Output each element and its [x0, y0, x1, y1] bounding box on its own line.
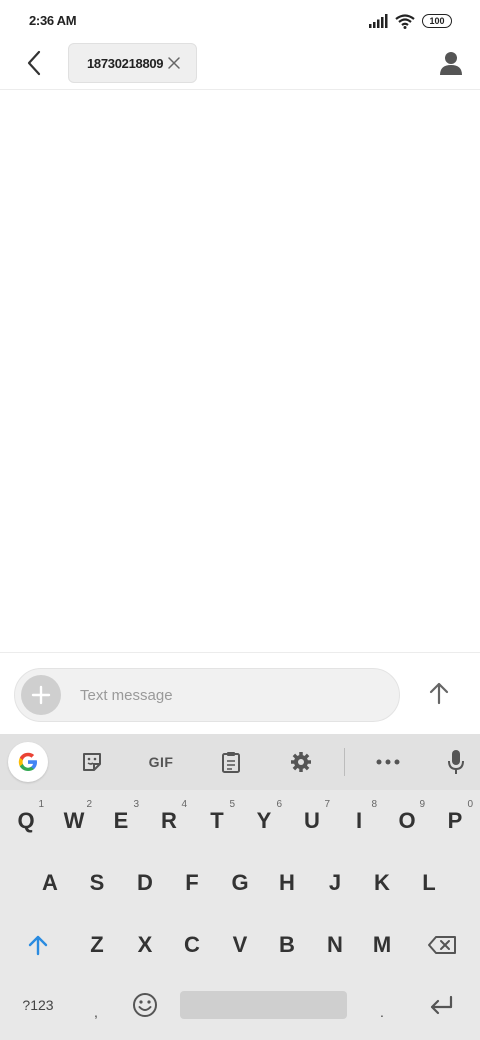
key-s[interactable]: S: [73, 855, 121, 911]
key-v[interactable]: V: [216, 917, 264, 973]
recipient-number: 18730218809: [87, 55, 164, 71]
settings-button[interactable]: [281, 742, 321, 782]
google-icon: [18, 752, 37, 771]
enter-key[interactable]: [418, 977, 464, 1033]
keyboard-toolbar: GIF: [0, 734, 480, 790]
shift-arrow-icon: [28, 935, 48, 956]
contact-icon[interactable]: [438, 50, 464, 76]
signal-icon: [369, 14, 388, 28]
status-bar: 2:36 AM 100: [0, 0, 480, 42]
gear-icon: [291, 752, 311, 772]
emoji-key[interactable]: [122, 977, 168, 1033]
send-arrow-icon: [429, 682, 449, 705]
conversation-header: 18730218809: [0, 42, 480, 90]
mic-icon: [448, 750, 464, 774]
sticker-button[interactable]: [72, 742, 112, 782]
shift-key[interactable]: [14, 917, 62, 973]
key-g[interactable]: G: [216, 855, 264, 911]
message-placeholder: Text message: [80, 687, 173, 704]
key-n[interactable]: N: [311, 917, 359, 973]
key-w[interactable]: W2: [50, 793, 98, 849]
back-button[interactable]: [20, 49, 48, 77]
key-row-3: Z X C V B N M: [0, 917, 480, 973]
compose-bar: Text message: [0, 652, 480, 734]
key-u[interactable]: U7: [288, 793, 336, 849]
keyboard: GIF Q 1 W 2 E 3 R 4 T 5 Y 6 U 7 I 8 O 9 …: [0, 734, 480, 1040]
comma-key[interactable]: ,: [76, 977, 116, 1033]
gif-label: GIF: [148, 754, 174, 770]
emoji-icon: [133, 993, 157, 1017]
backspace-icon: [428, 936, 456, 954]
wifi-icon: [395, 13, 415, 29]
symbols-key[interactable]: ?123: [12, 977, 64, 1033]
message-input[interactable]: Text message: [14, 668, 400, 722]
google-search-button[interactable]: [8, 742, 48, 782]
more-button[interactable]: [368, 742, 408, 782]
message-list: [0, 91, 480, 653]
key-r[interactable]: R4: [145, 793, 193, 849]
key-b[interactable]: B: [263, 917, 311, 973]
key-k[interactable]: K: [358, 855, 406, 911]
status-time: 2:36 AM: [29, 13, 77, 28]
key-x[interactable]: X: [121, 917, 169, 973]
recipient-chip[interactable]: 18730218809: [68, 43, 197, 83]
close-icon[interactable]: [166, 55, 182, 71]
status-icons: 100: [368, 12, 452, 30]
key-c[interactable]: C: [168, 917, 216, 973]
backspace-key[interactable]: [417, 917, 467, 973]
key-j[interactable]: J: [311, 855, 359, 911]
add-attachment-button[interactable]: [21, 675, 61, 715]
key-h[interactable]: H: [263, 855, 311, 911]
voice-input-button[interactable]: [436, 742, 476, 782]
key-p[interactable]: P0: [431, 793, 479, 849]
key-a[interactable]: A: [26, 855, 74, 911]
key-y[interactable]: Y6: [240, 793, 288, 849]
gif-button[interactable]: GIF: [141, 742, 181, 782]
enter-icon: [430, 995, 453, 1015]
key-q[interactable]: Q1: [2, 793, 50, 849]
battery-icon: 100: [422, 14, 452, 28]
plus-icon: [31, 685, 51, 705]
clipboard-button[interactable]: [211, 742, 251, 782]
key-f[interactable]: F: [168, 855, 216, 911]
more-icon: [376, 759, 400, 765]
key-d[interactable]: D: [121, 855, 169, 911]
battery-level: 100: [429, 16, 445, 26]
key-z[interactable]: Z: [73, 917, 121, 973]
toolbar-divider: [344, 748, 345, 776]
key-e[interactable]: E3: [97, 793, 145, 849]
space-key[interactable]: [180, 991, 347, 1019]
key-o[interactable]: O9: [383, 793, 431, 849]
send-button[interactable]: [424, 678, 454, 708]
key-i[interactable]: I8: [335, 793, 383, 849]
clipboard-icon: [222, 752, 240, 773]
key-t[interactable]: T5: [193, 793, 241, 849]
period-key[interactable]: .: [362, 977, 402, 1033]
back-arrow-icon: [27, 50, 41, 76]
key-row-1: Q1 W2 E3 R4 T5 Y6 U7 I8 O9 P0: [0, 793, 480, 849]
sticker-icon: [83, 753, 101, 771]
key-row-2: A S D F G H J K L: [0, 855, 480, 911]
key-l[interactable]: L: [405, 855, 453, 911]
key-m[interactable]: M: [358, 917, 406, 973]
